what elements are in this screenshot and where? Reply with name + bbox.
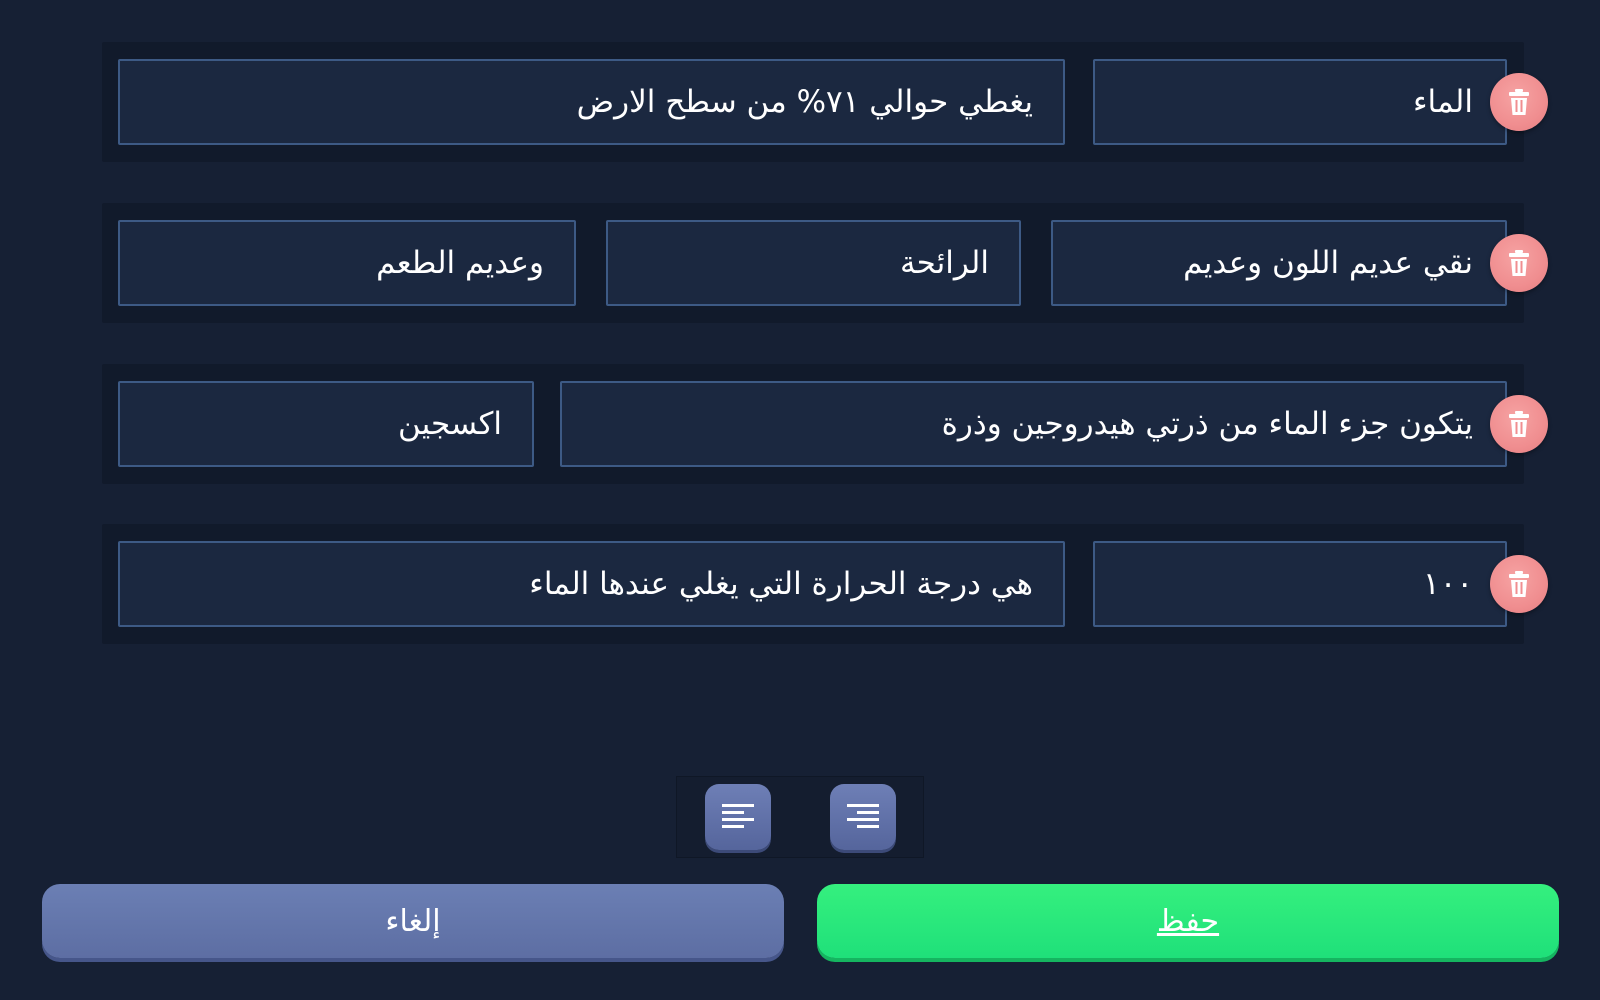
card-row: ١٠٠ هي درجة الحرارة التي يغلي عندها الما… — [102, 524, 1548, 644]
trash-icon — [1509, 571, 1529, 597]
text-alignment-toggle — [676, 776, 924, 858]
delete-row-button[interactable] — [1490, 555, 1548, 613]
row-cell-input[interactable]: يغطي حوالي ٧١% من سطح الارض — [118, 59, 1065, 145]
trash-icon — [1509, 411, 1529, 437]
row-cell-input[interactable]: اكسجين — [118, 381, 534, 467]
align-left-icon — [722, 804, 754, 828]
align-left-button[interactable] — [705, 784, 771, 850]
cancel-button[interactable]: إلغاء — [42, 884, 784, 958]
delete-row-button[interactable] — [1490, 395, 1548, 453]
card-editor-screen: الماء يغطي حوالي ٧١% من سطح الارض نقي عد… — [0, 0, 1600, 1000]
row-cell-input[interactable]: ١٠٠ — [1093, 541, 1507, 627]
align-right-icon — [847, 804, 879, 828]
trash-icon — [1509, 250, 1529, 276]
align-right-button[interactable] — [830, 784, 896, 850]
card-row: الماء يغطي حوالي ٧١% من سطح الارض — [102, 42, 1548, 162]
card-row: نقي عديم اللون وعديم الرائحة وعديم الطعم — [102, 203, 1548, 323]
row-cell-input[interactable]: الماء — [1093, 59, 1507, 145]
row-cell-input[interactable]: هي درجة الحرارة التي يغلي عندها الماء — [118, 541, 1065, 627]
row-cell-input[interactable]: الرائحة — [606, 220, 1021, 306]
card-row: يتكون جزء الماء من ذرتي هيدروجين وذرة اك… — [102, 364, 1548, 484]
trash-icon — [1509, 89, 1529, 115]
save-button[interactable]: حفظ — [817, 884, 1559, 958]
delete-row-button[interactable] — [1490, 234, 1548, 292]
row-cell-input[interactable]: وعديم الطعم — [118, 220, 576, 306]
row-cell-input[interactable]: يتكون جزء الماء من ذرتي هيدروجين وذرة — [560, 381, 1507, 467]
row-cell-input[interactable]: نقي عديم اللون وعديم — [1051, 220, 1507, 306]
delete-row-button[interactable] — [1490, 73, 1548, 131]
